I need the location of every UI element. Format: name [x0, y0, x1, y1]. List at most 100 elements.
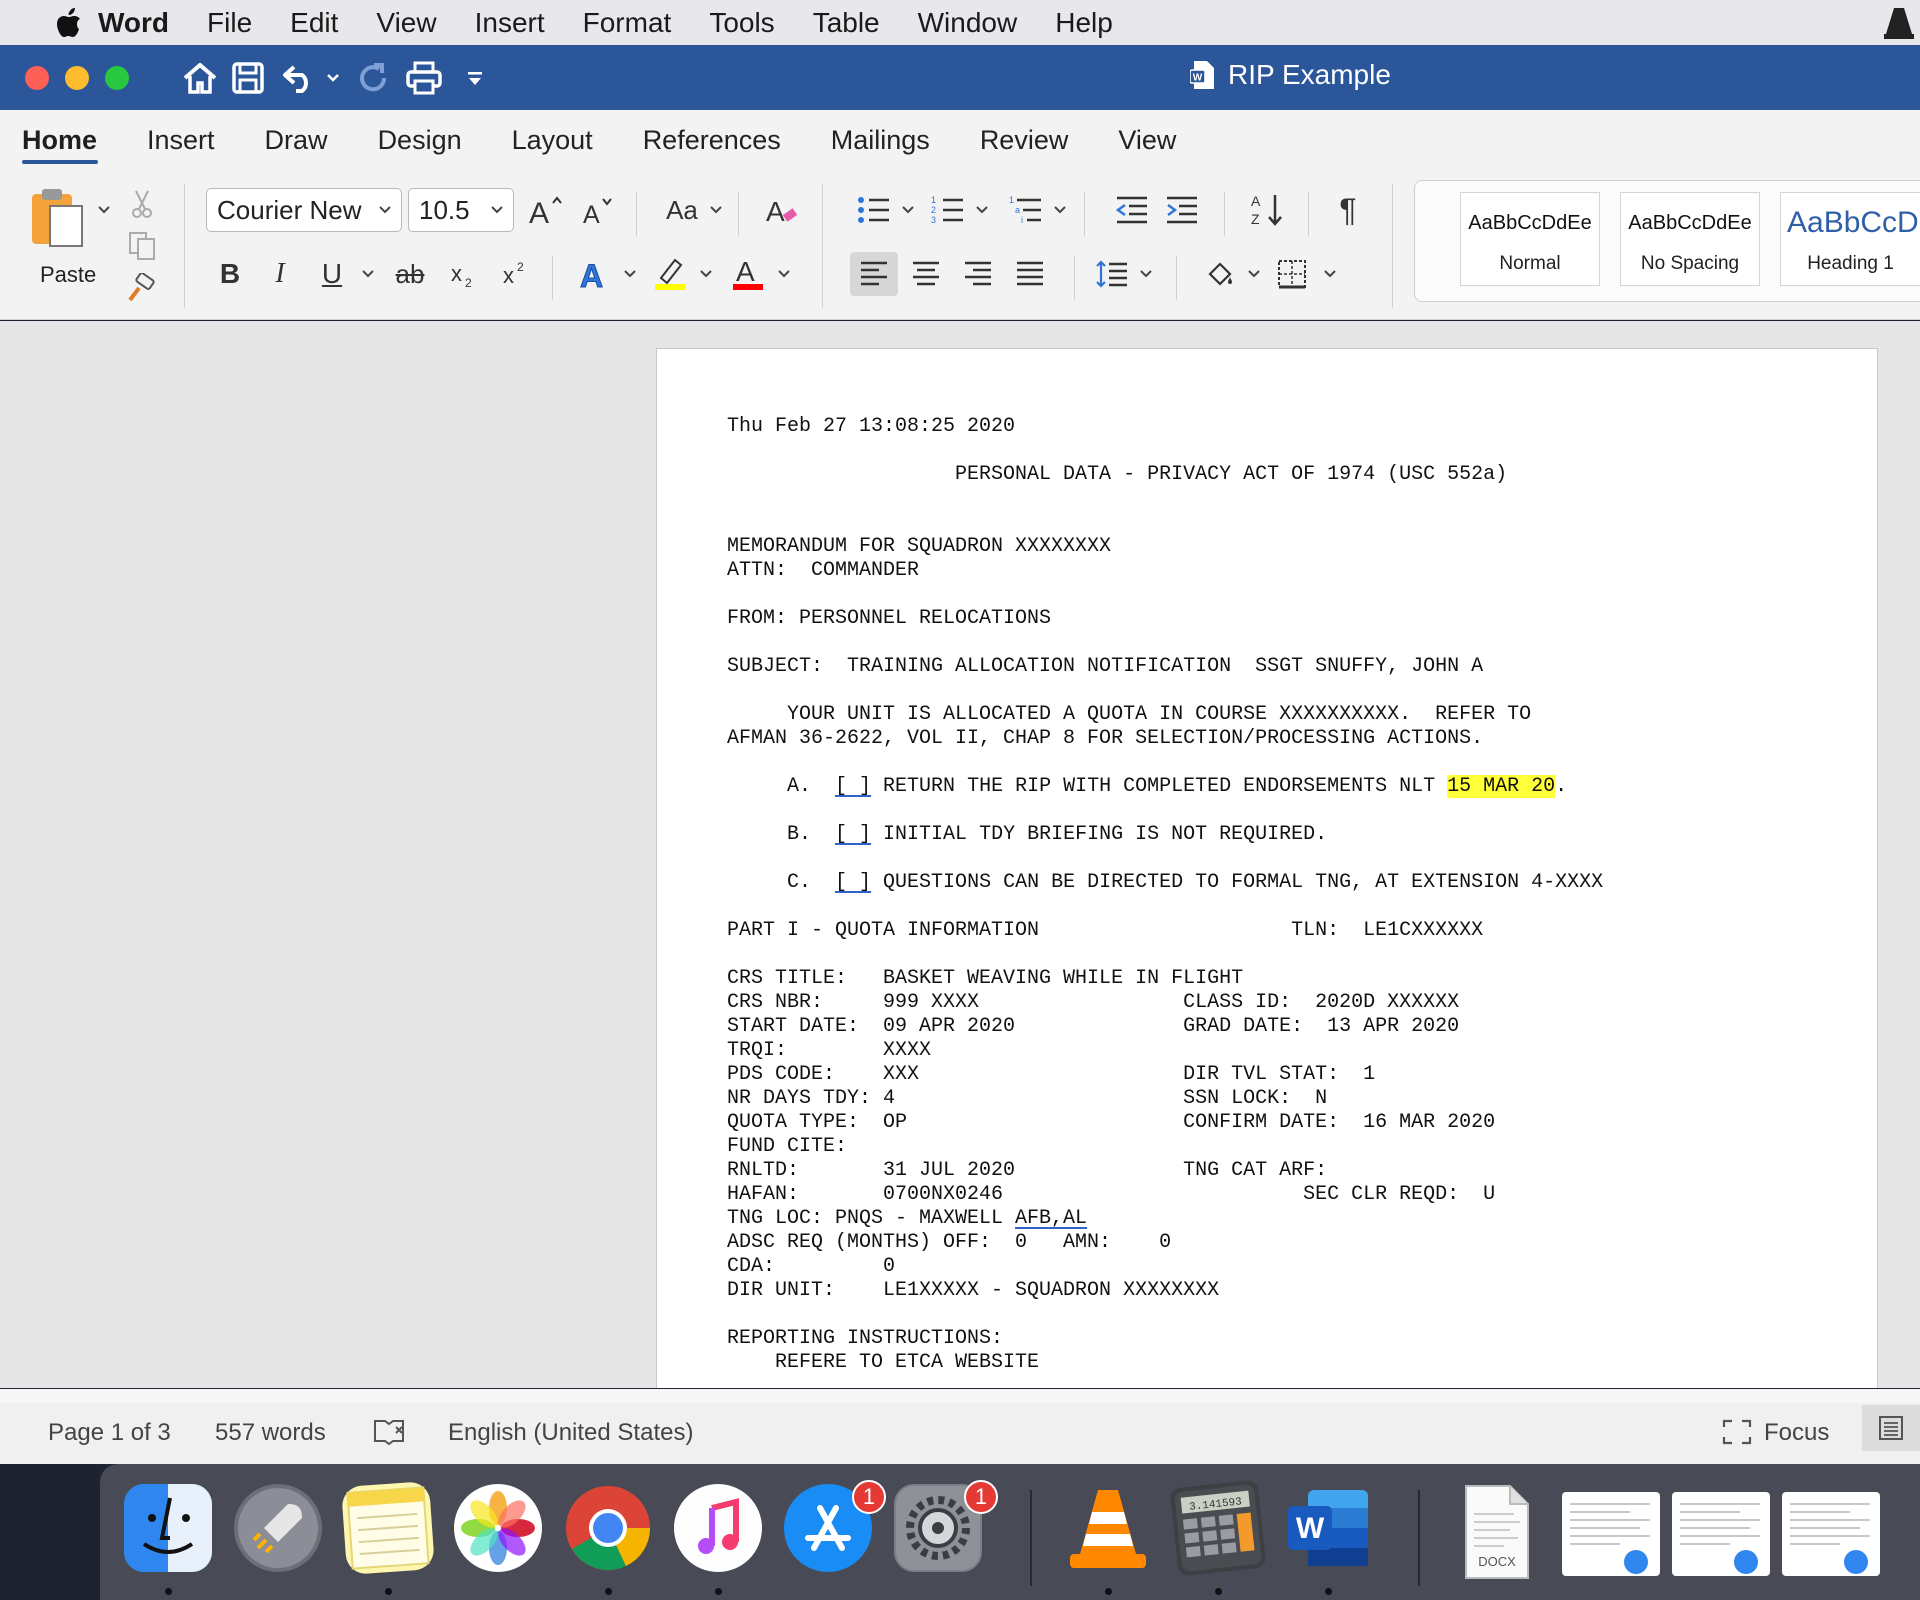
subscript-button[interactable]: x2 [442, 252, 486, 296]
calculator-icon[interactable]: 3.141593 [1169, 1479, 1267, 1577]
line-spacing-icon[interactable] [1090, 252, 1134, 296]
tab-mailings[interactable]: Mailings [806, 110, 955, 170]
bold-button[interactable]: B [208, 252, 252, 296]
superscript-button[interactable]: x2 [494, 252, 538, 296]
customize-toolbar-icon[interactable] [466, 58, 484, 98]
menu-app-name[interactable]: Word [98, 7, 169, 39]
menu-table[interactable]: Table [813, 7, 880, 39]
shading-chevron-icon[interactable] [1246, 252, 1262, 296]
tab-references[interactable]: References [618, 110, 806, 170]
menu-view[interactable]: View [376, 7, 436, 39]
language-status[interactable]: English (United States) [448, 1419, 693, 1447]
paste-options-chevron-icon[interactable] [96, 188, 112, 232]
docx-file-icon[interactable]: DOCX [1462, 1484, 1532, 1579]
item-c-checkbox[interactable]: [ ] [835, 871, 871, 894]
decrease-indent-icon[interactable] [1110, 188, 1154, 232]
chrome-icon[interactable] [564, 1484, 652, 1572]
multilevel-list-chevron-icon[interactable] [1052, 188, 1068, 232]
menu-help[interactable]: Help [1055, 7, 1113, 39]
proofing-icon[interactable] [372, 1417, 406, 1445]
sort-icon[interactable]: AZ [1246, 188, 1290, 232]
format-painter-icon[interactable] [120, 266, 164, 310]
print-layout-view-icon[interactable] [1862, 1405, 1920, 1451]
highlight-color-icon[interactable] [648, 252, 692, 296]
text-effects-icon[interactable]: A [572, 252, 616, 296]
menu-window[interactable]: Window [918, 7, 1018, 39]
menu-format[interactable]: Format [583, 7, 672, 39]
launchpad-icon[interactable] [234, 1484, 322, 1572]
multilevel-list-icon[interactable]: 1ai [1004, 188, 1048, 232]
strikethrough-button[interactable]: ab [388, 252, 432, 296]
apple-menu-icon[interactable] [40, 0, 98, 45]
vlc-icon[interactable] [1064, 1484, 1152, 1572]
change-case-button[interactable]: Aa [656, 188, 708, 232]
tab-draw[interactable]: Draw [240, 110, 353, 170]
tab-layout[interactable]: Layout [487, 110, 618, 170]
page-count-status[interactable]: Page 1 of 3 [48, 1419, 171, 1447]
justify-button[interactable] [1008, 252, 1052, 296]
undo-dropdown-chevron-icon[interactable] [326, 58, 340, 98]
underline-chevron-icon[interactable] [360, 252, 376, 296]
line-spacing-chevron-icon[interactable] [1138, 252, 1154, 296]
item-a-checkbox[interactable]: [ ] [835, 775, 871, 798]
align-left-button[interactable] [850, 252, 898, 296]
bullets-icon[interactable] [852, 188, 896, 232]
vlc-menubar-icon[interactable] [1884, 4, 1914, 40]
undo-icon[interactable] [282, 58, 318, 98]
text-effects-chevron-icon[interactable] [622, 252, 638, 296]
word-app-icon[interactable]: W [1284, 1484, 1372, 1572]
tab-insert[interactable]: Insert [122, 110, 240, 170]
clear-formatting-icon[interactable]: A [760, 188, 804, 232]
change-case-chevron-icon[interactable] [708, 188, 724, 232]
cut-icon[interactable] [120, 182, 164, 226]
increase-indent-icon[interactable] [1160, 188, 1204, 232]
home-icon[interactable] [182, 58, 218, 98]
close-window-button[interactable] [25, 66, 49, 90]
copy-icon[interactable] [120, 224, 164, 268]
notes-icon[interactable] [341, 1481, 435, 1575]
shrink-font-icon[interactable]: A [576, 188, 620, 232]
font-color-icon[interactable]: A [726, 252, 770, 296]
align-center-button[interactable] [904, 252, 948, 296]
zoom-window-button[interactable] [105, 66, 129, 90]
photos-icon[interactable] [454, 1484, 542, 1572]
menu-file[interactable]: File [207, 7, 252, 39]
menu-insert[interactable]: Insert [475, 7, 545, 39]
show-formatting-marks-icon[interactable]: ¶ [1326, 188, 1370, 232]
borders-chevron-icon[interactable] [1322, 252, 1338, 296]
font-name-dropdown[interactable]: Courier New [206, 188, 402, 232]
minimized-document-thumbnail-3[interactable] [1782, 1492, 1880, 1576]
music-icon[interactable] [674, 1484, 762, 1572]
highlight-color-chevron-icon[interactable] [698, 252, 714, 296]
tab-home[interactable]: Home [0, 110, 122, 170]
menu-edit[interactable]: Edit [290, 7, 338, 39]
focus-mode-icon[interactable] [1722, 1419, 1752, 1445]
minimize-window-button[interactable] [65, 66, 89, 90]
style-heading-1[interactable]: AaBbCcDc Heading 1 [1780, 192, 1920, 286]
word-count-status[interactable]: 557 words [215, 1419, 326, 1447]
borders-icon[interactable] [1270, 252, 1314, 296]
numbering-chevron-icon[interactable] [974, 188, 990, 232]
focus-mode-label[interactable]: Focus [1764, 1419, 1829, 1447]
bullets-chevron-icon[interactable] [900, 188, 916, 232]
item-b-checkbox[interactable]: [ ] [835, 823, 871, 846]
align-right-button[interactable] [956, 252, 1000, 296]
grow-font-icon[interactable]: A [524, 188, 568, 232]
save-icon[interactable] [232, 58, 264, 98]
document-body[interactable]: Thu Feb 27 13:08:25 2020​ PERSONAL DATA … [727, 415, 1847, 1375]
document-page[interactable]: Thu Feb 27 13:08:25 2020​ PERSONAL DATA … [656, 348, 1878, 1388]
finder-icon[interactable] [124, 1484, 212, 1572]
minimized-document-thumbnail-2[interactable] [1672, 1492, 1770, 1576]
style-no-spacing[interactable]: AaBbCcDdEe No Spacing [1620, 192, 1760, 286]
menu-tools[interactable]: Tools [709, 7, 774, 39]
tab-review[interactable]: Review [955, 110, 1094, 170]
font-color-chevron-icon[interactable] [776, 252, 792, 296]
print-icon[interactable] [406, 58, 442, 98]
numbering-icon[interactable]: 123 [926, 188, 970, 232]
redo-icon[interactable] [356, 58, 390, 98]
underline-button[interactable]: U [310, 252, 354, 296]
style-normal[interactable]: AaBbCcDdEe Normal [1460, 192, 1600, 286]
italic-button[interactable]: I [258, 252, 302, 296]
shading-icon[interactable] [1198, 252, 1242, 296]
tab-design[interactable]: Design [353, 110, 487, 170]
